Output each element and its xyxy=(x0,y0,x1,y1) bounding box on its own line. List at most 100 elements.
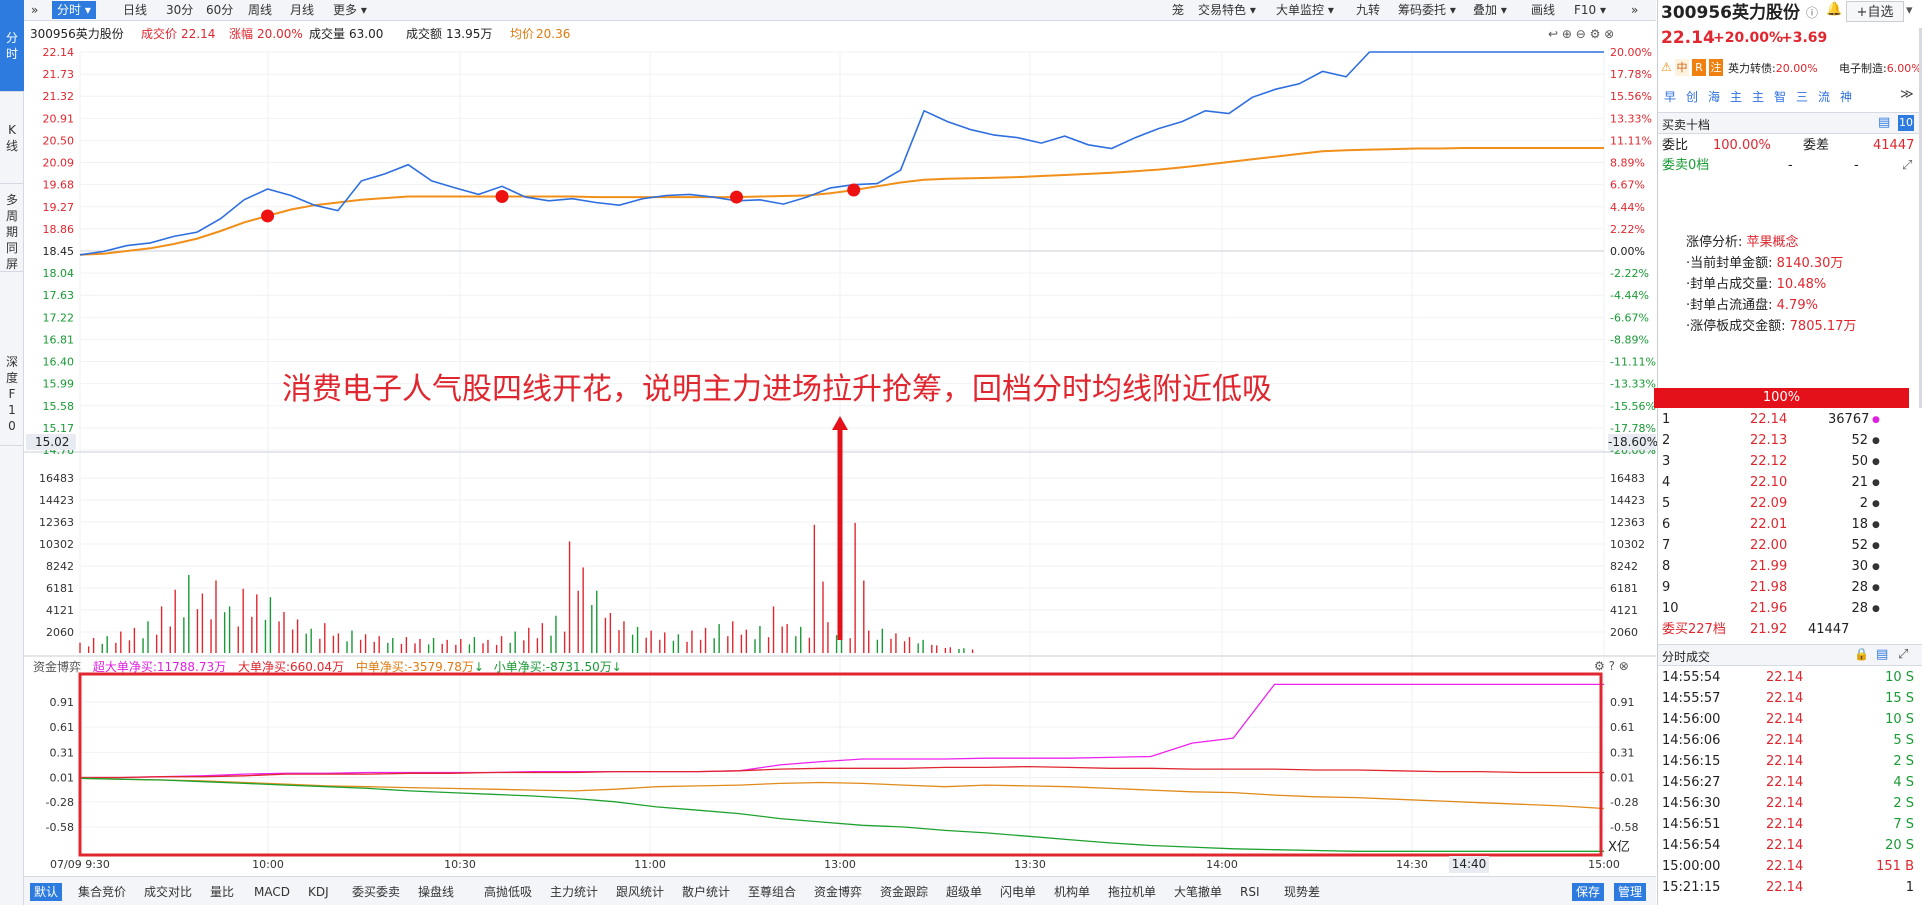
save-button[interactable]: 保存 xyxy=(1572,883,1605,901)
quick-tab[interactable]: 流 xyxy=(1818,88,1830,105)
quick-tab[interactable]: 早 xyxy=(1664,88,1676,105)
tick-price: 22.14 xyxy=(1766,754,1804,769)
ten-levels-toggle[interactable]: 10 xyxy=(1898,115,1914,131)
cursor-price-label: 15.02 xyxy=(26,434,76,450)
info-icon[interactable]: ⓘ xyxy=(1806,4,1818,21)
down-arrow-icon: ↓ xyxy=(611,660,622,674)
indicator-tab[interactable]: 操盘线 xyxy=(414,883,458,901)
bid-row[interactable]: 7 22.00 52 ● xyxy=(1658,536,1918,556)
quick-tab[interactable]: 创 xyxy=(1686,88,1698,105)
limit-row-label: ·封单占成交量: xyxy=(1686,277,1773,292)
dot-icon: ● xyxy=(1872,520,1880,530)
limit-concept[interactable]: 苹果概念 xyxy=(1747,235,1799,250)
indicator-tab[interactable]: 散户统计 xyxy=(678,883,734,901)
quick-tab[interactable]: 神 xyxy=(1840,88,1852,105)
time-tick-label: 13:00 xyxy=(824,858,856,871)
tick-price: 22.14 xyxy=(1766,817,1804,832)
tick-row: 14:56:27 22.14 4 S xyxy=(1658,773,1918,793)
tick-volume: 4 S xyxy=(1893,775,1914,790)
indicator-tab[interactable]: 默认 xyxy=(30,883,63,901)
volume-tick-label: 2060 xyxy=(46,626,74,639)
indicator-tab[interactable]: 资金跟踪 xyxy=(876,883,932,901)
warning-icon: ⚠ xyxy=(1661,60,1672,74)
volume-tick-label: 14423 xyxy=(1610,494,1645,507)
bid-level: 2 xyxy=(1662,433,1671,448)
quick-tab[interactable]: 海 xyxy=(1708,88,1720,105)
bond-change: 20.00% xyxy=(1775,62,1818,75)
sector-info[interactable]: 电子制造:6.00% xyxy=(1839,60,1922,76)
table-icon[interactable]: ▤ xyxy=(1878,115,1890,130)
tick-volume: 5 S xyxy=(1893,733,1914,748)
fund-super-label: 超大单净买:11788.73万 xyxy=(92,660,227,674)
expand-icon[interactable]: ⤢ xyxy=(1902,156,1912,176)
indicator-tab[interactable]: 委买委卖 xyxy=(348,883,404,901)
dot-icon: ● xyxy=(1872,436,1880,446)
bid-row[interactable]: 9 21.98 28 ● xyxy=(1658,578,1918,598)
price-tick-label: 18.04 xyxy=(43,267,75,280)
bid-volume: 52 xyxy=(1851,538,1868,553)
chevron-down-icon[interactable]: ≫ xyxy=(1900,87,1914,102)
bid-row[interactable]: 5 22.09 2 ● xyxy=(1658,494,1918,514)
indicator-tab[interactable]: 量比 xyxy=(206,883,238,901)
add-favorite-button[interactable]: +自选 xyxy=(1846,1,1904,22)
indicator-tab[interactable]: 拖拉机单 xyxy=(1104,883,1160,901)
bid-level: 6 xyxy=(1662,517,1671,532)
indicator-tab[interactable]: 现势差 xyxy=(1280,883,1324,901)
lock-icon[interactable]: 🔒 xyxy=(1854,647,1869,661)
fund-tick-label: -0.58 xyxy=(1610,821,1638,834)
bid-row[interactable]: 4 22.10 21 ● xyxy=(1658,473,1918,493)
manage-button[interactable]: 管理 xyxy=(1614,883,1647,901)
dot-icon: ● xyxy=(1872,562,1880,572)
indicator-tab[interactable]: RSI xyxy=(1236,883,1264,901)
indicator-tab[interactable]: 机构单 xyxy=(1050,883,1094,901)
indicator-tab[interactable]: 大笔撤单 xyxy=(1170,883,1226,901)
order-ratio-value: 100.00% xyxy=(1713,138,1771,153)
volume-tick-label: 14423 xyxy=(39,494,74,507)
quick-tab[interactable]: 主 xyxy=(1730,88,1742,105)
quick-tab[interactable]: 主 xyxy=(1752,88,1764,105)
tick-price: 22.14 xyxy=(1766,838,1804,853)
tick-row: 14:55:57 22.14 15 S xyxy=(1658,689,1918,709)
indicator-tab[interactable]: 跟风统计 xyxy=(612,883,668,901)
percent-tick-label: -13.33% xyxy=(1610,378,1656,391)
indicator-tab[interactable]: 高抛低吸 xyxy=(480,883,536,901)
expand-icon[interactable]: ⤢ xyxy=(1898,647,1908,662)
fund-tick-label: 0.31 xyxy=(1610,746,1635,759)
bid-row[interactable]: 6 22.01 18 ● xyxy=(1658,515,1918,535)
indicator-tab[interactable]: 闪电单 xyxy=(996,883,1040,901)
tick-price: 22.14 xyxy=(1766,796,1804,811)
price-tick-label: 20.50 xyxy=(43,134,75,147)
indicator-tab[interactable]: 主力统计 xyxy=(546,883,602,901)
indicator-tab[interactable]: 成交对比 xyxy=(140,883,196,901)
price-tick-label: 21.32 xyxy=(43,90,75,103)
quick-tab[interactable]: 智 xyxy=(1774,88,1786,105)
bid-row[interactable]: 3 22.12 50 ● xyxy=(1658,452,1918,472)
quick-tab[interactable]: 三 xyxy=(1796,88,1808,105)
timeshare-chart[interactable]: 22.14 21.73 21.32 20.91 20.50 20.09 19.68 19.27… xyxy=(0,0,1656,876)
volume-tick-label: 8242 xyxy=(1610,560,1638,573)
fund-large-label: 大单净买:660.04万 xyxy=(237,660,345,674)
fund-panel-controls[interactable]: ⚙ ? ⊗ xyxy=(1594,659,1629,673)
indicator-tab[interactable]: 至尊组合 xyxy=(744,883,800,901)
bond-info[interactable]: 英力转债:20.00% xyxy=(1728,60,1818,76)
indicator-tab[interactable]: 资金博弈 xyxy=(810,883,866,901)
bid-row[interactable]: 10 21.96 28 ● xyxy=(1658,599,1918,619)
indicator-tab[interactable]: MACD xyxy=(250,883,294,901)
buy-total-price: 21.92 xyxy=(1750,622,1788,637)
bid-row[interactable]: 1 22.14 36767 ● xyxy=(1658,410,1918,430)
bid-level: 9 xyxy=(1662,580,1671,595)
indicator-tab[interactable]: 超级单 xyxy=(942,883,986,901)
tick-price: 22.14 xyxy=(1766,859,1804,874)
indicator-tab[interactable]: 集合竞价 xyxy=(74,883,130,901)
dot-icon: ● xyxy=(1872,499,1880,509)
volume-tick-label: 4121 xyxy=(1610,604,1638,617)
tick-time: 15:21:15 xyxy=(1662,880,1721,895)
limit-row: ·封单占流通盘: 4.79% xyxy=(1686,295,1856,316)
bid-row[interactable]: 8 21.99 30 ● xyxy=(1658,557,1918,577)
bid-row[interactable]: 2 22.13 52 ● xyxy=(1658,431,1918,451)
indicator-tab[interactable]: KDJ xyxy=(304,883,333,901)
bell-icon[interactable]: 🔔 xyxy=(1826,2,1842,17)
percent-tick-label: -15.56% xyxy=(1610,400,1656,413)
chevron-down-icon[interactable]: ▾ xyxy=(1906,3,1913,18)
table-icon[interactable]: ▤ xyxy=(1876,647,1888,662)
